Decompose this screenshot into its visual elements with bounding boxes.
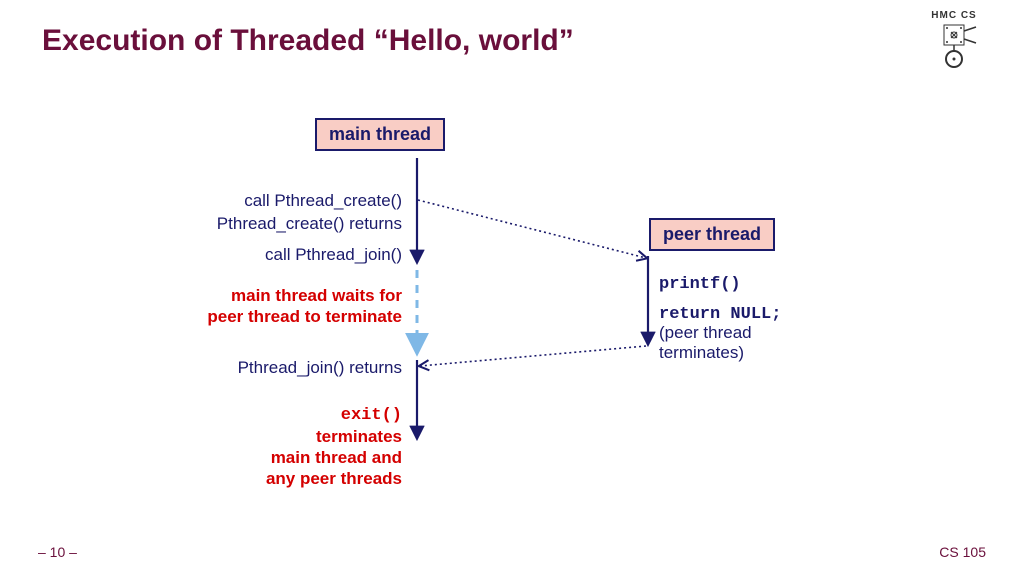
- hmc-cs-logo: HMC CS: [924, 10, 984, 70]
- spawn-arrow: [418, 200, 646, 258]
- label-exit: exit(): [341, 405, 402, 426]
- label-term-2: main thread and: [271, 447, 402, 468]
- logo-text: HMC CS: [924, 10, 984, 21]
- slide-title: Execution of Threaded “Hello, world”: [42, 24, 574, 58]
- label-term-1: terminates: [316, 426, 402, 447]
- label-join-returns: Pthread_join() returns: [238, 357, 402, 378]
- peer-thread-label: peer thread: [663, 224, 761, 244]
- join-arrow: [420, 346, 646, 366]
- label-term-3: any peer threads: [266, 468, 402, 489]
- label-wait-1: main thread waits for: [231, 285, 402, 306]
- label-peer-term-1: (peer thread: [659, 322, 752, 344]
- page-number: – 10 –: [38, 544, 77, 560]
- diagram-arrows: [0, 0, 1024, 576]
- peer-thread-box: peer thread: [649, 218, 775, 251]
- label-peer-term-2: terminates): [659, 342, 744, 364]
- label-printf: printf(): [659, 274, 741, 296]
- label-wait-2: peer thread to terminate: [207, 306, 402, 327]
- main-thread-box: main thread: [315, 118, 445, 151]
- main-thread-label: main thread: [329, 124, 431, 144]
- label-create-returns: Pthread_create() returns: [217, 213, 402, 234]
- label-call-create: call Pthread_create(): [244, 190, 402, 211]
- label-call-join: call Pthread_join(): [265, 244, 402, 265]
- course-code: CS 105: [939, 544, 986, 560]
